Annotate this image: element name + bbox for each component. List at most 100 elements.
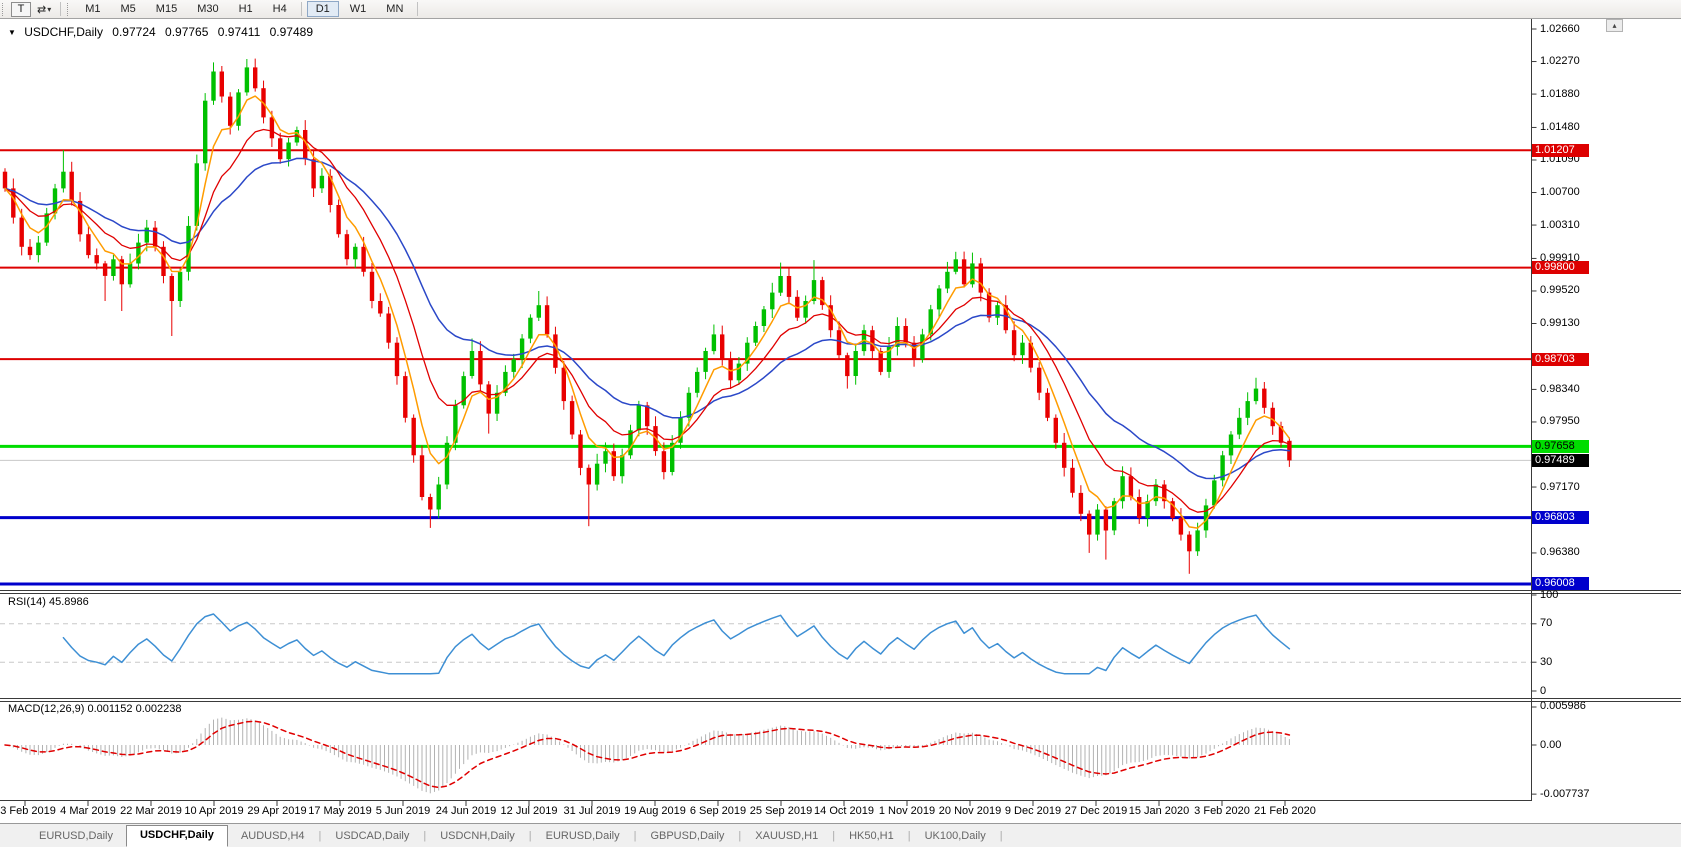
candle-body bbox=[1095, 510, 1099, 535]
candle-body bbox=[170, 276, 174, 301]
date-label: 4 Mar 2019 bbox=[60, 805, 116, 817]
candle-body bbox=[203, 101, 207, 164]
candle-body bbox=[879, 351, 883, 372]
candle-body bbox=[837, 330, 841, 355]
price-badge: 0.98703 bbox=[1532, 353, 1589, 366]
candle-body bbox=[1079, 493, 1083, 514]
macd-signal-line bbox=[5, 721, 1289, 787]
candle-body bbox=[570, 401, 574, 434]
candle-body bbox=[286, 143, 290, 160]
candle-body bbox=[1237, 418, 1241, 435]
candle-body bbox=[1012, 330, 1016, 355]
macd-axis-label: 0.00 bbox=[1540, 739, 1561, 752]
candle-body bbox=[245, 67, 249, 92]
tab-5-eurusd-daily[interactable]: EURUSD,Daily bbox=[533, 826, 633, 847]
candle-body bbox=[979, 263, 983, 292]
candle-body bbox=[95, 255, 99, 263]
toolbar-overflow-button[interactable]: ▴ bbox=[1606, 19, 1623, 32]
price-badge: 0.99800 bbox=[1532, 261, 1589, 274]
candle-body bbox=[1187, 535, 1191, 552]
toolbar-grip-handle[interactable] bbox=[2, 3, 7, 16]
tab-9-uk100-daily[interactable]: UK100,Daily bbox=[912, 826, 999, 847]
candle-body bbox=[28, 247, 32, 255]
chart-canvas[interactable] bbox=[0, 0, 1681, 847]
date-label: 12 Jul 2019 bbox=[501, 805, 558, 817]
date-label: 21 Feb 2020 bbox=[1254, 805, 1316, 817]
price-tick-label: 1.00310 bbox=[1540, 219, 1580, 232]
candle-body bbox=[1045, 393, 1049, 418]
date-label: 20 Nov 2019 bbox=[939, 805, 1001, 817]
toolbar-divider bbox=[301, 2, 302, 16]
candle-body bbox=[211, 72, 215, 101]
text-tool-button[interactable]: T bbox=[11, 2, 31, 17]
macd-label: MACD(12,26,9) 0.001152 0.002238 bbox=[8, 703, 181, 715]
timeframe-button-m5[interactable]: M5 bbox=[112, 1, 145, 17]
candle-body bbox=[412, 418, 416, 456]
candle-body bbox=[687, 393, 691, 418]
tab-6-gbpusd-daily[interactable]: GBPUSD,Daily bbox=[637, 826, 737, 847]
tab-2-audusd-h4[interactable]: AUDUSD,H4 bbox=[228, 826, 318, 847]
candle-body bbox=[403, 376, 407, 418]
candle-body bbox=[270, 117, 274, 138]
candle-body bbox=[36, 243, 40, 256]
candle-body bbox=[78, 201, 82, 234]
tab-1-usdchf-daily[interactable]: USDCHF,Daily bbox=[126, 825, 228, 847]
candle-body bbox=[428, 497, 432, 510]
candle-body bbox=[86, 234, 90, 255]
candle-body bbox=[954, 259, 958, 272]
arrange-arrows-icon: ⇄ bbox=[37, 3, 46, 16]
date-label: 22 Mar 2019 bbox=[120, 805, 182, 817]
candle-body bbox=[937, 289, 941, 310]
candle-body bbox=[470, 351, 474, 376]
candle-body bbox=[854, 351, 858, 376]
candle-body bbox=[1104, 510, 1108, 531]
top-toolbar: T ⇄ ▾ M1M5M15M30H1H4 D1W1MN bbox=[0, 0, 1681, 19]
timeframe-button-mn[interactable]: MN bbox=[377, 1, 412, 17]
tab-3-usdcad-daily[interactable]: USDCAD,Daily bbox=[322, 826, 422, 847]
tab-4-usdcnh-daily[interactable]: USDCNH,Daily bbox=[427, 826, 528, 847]
candle-body bbox=[1087, 514, 1091, 535]
candle-body bbox=[103, 263, 107, 276]
candle-body bbox=[920, 334, 924, 359]
timeframe-button-m30[interactable]: M30 bbox=[188, 1, 227, 17]
candle-body bbox=[645, 405, 649, 426]
timeframe-button-h1[interactable]: H1 bbox=[230, 1, 262, 17]
toolbar-divider bbox=[60, 2, 61, 16]
candle-body bbox=[753, 326, 757, 343]
candle-body bbox=[720, 334, 724, 359]
candle-body bbox=[1145, 501, 1149, 518]
candle-body bbox=[386, 314, 390, 343]
price-tick-label: 1.01480 bbox=[1540, 121, 1580, 134]
chevron-down-icon: ▾ bbox=[47, 5, 51, 14]
price-tick-label: 0.99520 bbox=[1540, 284, 1580, 297]
candle-body bbox=[870, 330, 874, 351]
candle-body bbox=[20, 218, 24, 247]
price-tick-label: 0.98340 bbox=[1540, 383, 1580, 396]
candle-body bbox=[136, 243, 140, 264]
timeframe-button-w1[interactable]: W1 bbox=[341, 1, 376, 17]
tab-7-xauusd-h1[interactable]: XAUUSD,H1 bbox=[742, 826, 831, 847]
toolbar-grip-handle[interactable] bbox=[67, 3, 72, 16]
timeframe-button-d1[interactable]: D1 bbox=[307, 1, 339, 17]
tab-8-hk50-h1[interactable]: HK50,H1 bbox=[836, 826, 907, 847]
date-label: 17 May 2019 bbox=[308, 805, 372, 817]
candle-body bbox=[787, 276, 791, 297]
candle-body bbox=[945, 272, 949, 289]
close-value: 0.97489 bbox=[270, 25, 313, 39]
candle-body bbox=[762, 309, 766, 326]
timeframe-button-m15[interactable]: M15 bbox=[147, 1, 186, 17]
candle-body bbox=[1137, 497, 1141, 518]
tab-separator: | bbox=[999, 826, 1004, 847]
date-label: 29 Apr 2019 bbox=[247, 805, 306, 817]
toolbar-divider bbox=[417, 2, 418, 16]
tab-0-eurusd-daily[interactable]: EURUSD,Daily bbox=[26, 826, 126, 847]
candle-body bbox=[336, 205, 340, 234]
candle-body bbox=[311, 159, 315, 188]
timeframe-button-h4[interactable]: H4 bbox=[264, 1, 296, 17]
arrange-charts-button[interactable]: ⇄ ▾ bbox=[33, 2, 55, 17]
candle-body bbox=[1062, 443, 1066, 468]
timeframe-button-m1[interactable]: M1 bbox=[76, 1, 109, 17]
mt4-window: { "toolbar": { "text_tool_label": "T", "… bbox=[0, 0, 1681, 847]
price-badge: 0.96008 bbox=[1532, 577, 1589, 590]
candle-body bbox=[178, 272, 182, 301]
